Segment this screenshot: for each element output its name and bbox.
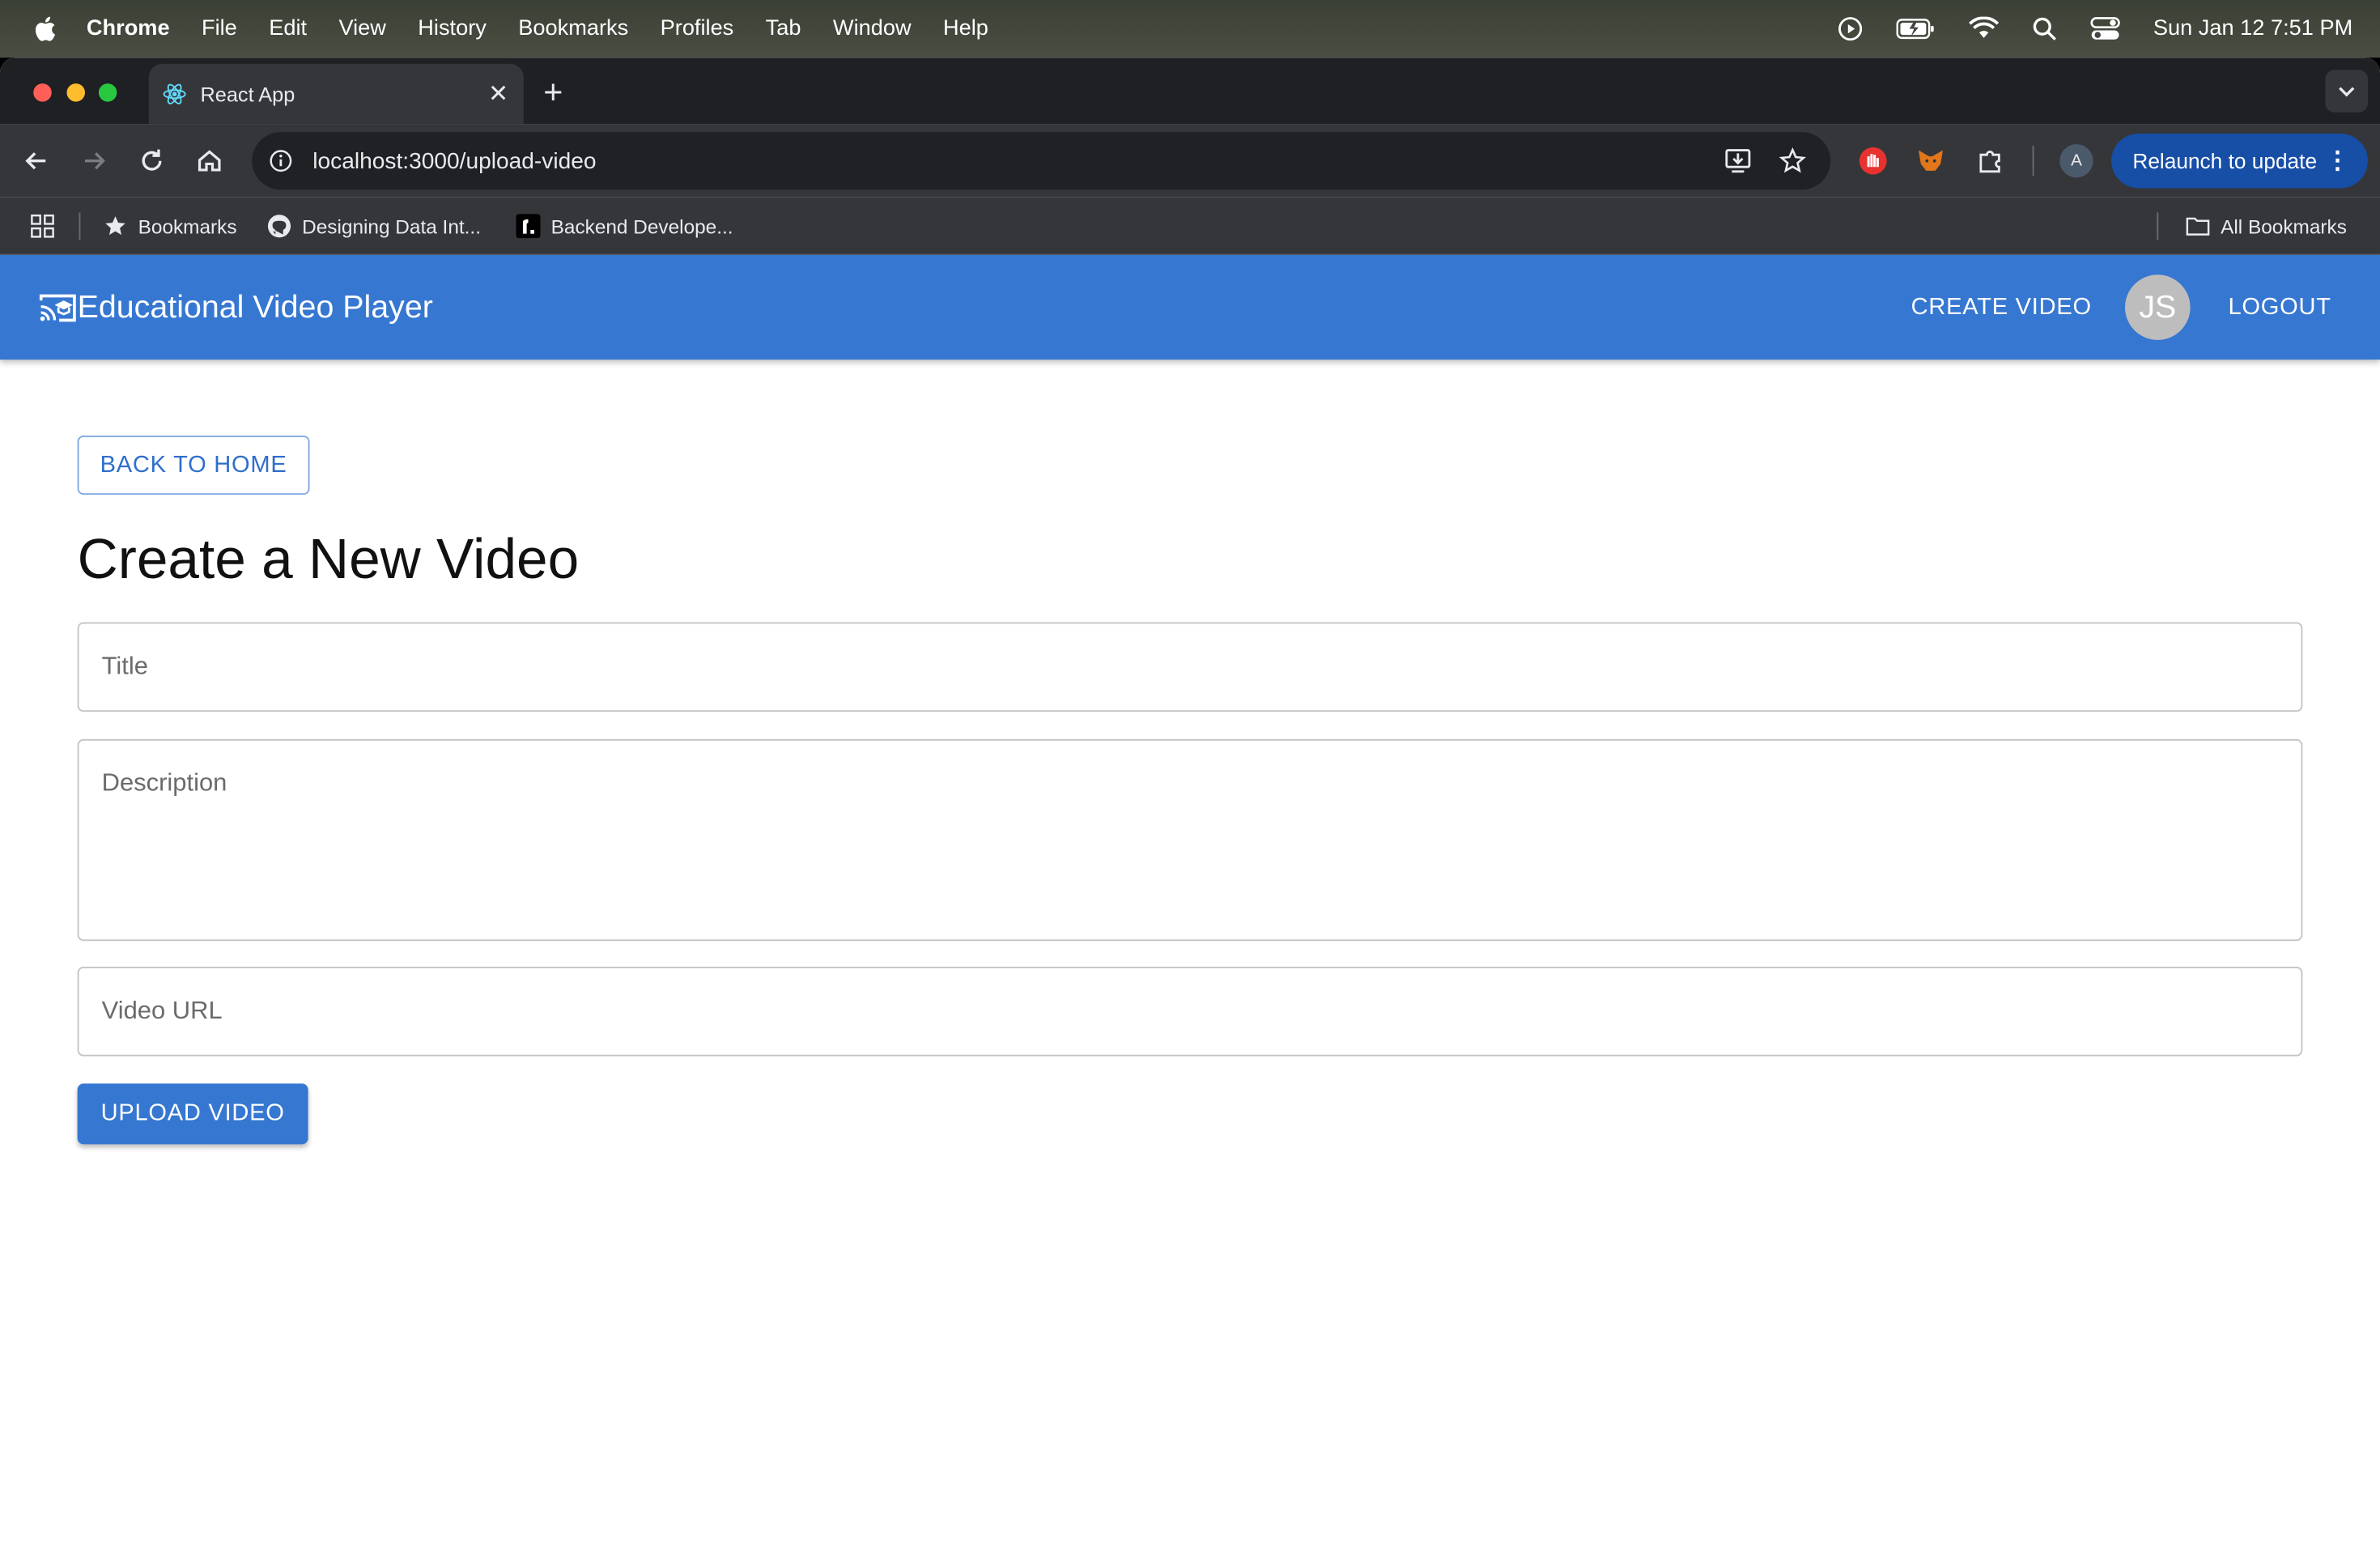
adblock-extension-icon[interactable] <box>1858 146 1889 176</box>
menu-profiles[interactable]: Profiles <box>661 17 734 41</box>
video-url-input[interactable]: Video URL <box>77 967 2303 1057</box>
media-play-icon[interactable] <box>1838 17 1862 41</box>
create-video-button[interactable]: CREATE VIDEO <box>1911 295 2092 322</box>
address-bar[interactable]: localhost:3000/upload-video <box>252 132 1831 190</box>
chrome-window: React App ✕ + localhost:3000/upload-vide… <box>0 57 2380 1548</box>
all-bookmarks-button[interactable]: All Bookmarks <box>2186 198 2347 255</box>
back-arrow-icon[interactable] <box>21 146 52 176</box>
user-avatar[interactable]: JS <box>2125 274 2191 340</box>
apps-grid-button[interactable] <box>31 198 55 255</box>
bookmark-designing-data[interactable]: Designing Data Int... <box>267 198 481 255</box>
bookmarks-divider <box>79 212 81 240</box>
title-placeholder: Title <box>101 653 148 680</box>
menubar-status-area: Sun Jan 12 7:51 PM <box>1838 0 2352 57</box>
metamask-fox-icon[interactable] <box>1915 146 1946 176</box>
bookmark-bookmarks[interactable]: Bookmarks <box>104 198 237 255</box>
new-tab-plus-icon[interactable]: + <box>543 73 563 113</box>
url-text[interactable]: localhost:3000/upload-video <box>312 148 596 174</box>
tab-title: React App <box>200 83 295 106</box>
browser-toolbar: localhost:3000/upload-video A Relaunch t… <box>0 124 2380 198</box>
cast-education-icon <box>39 293 76 321</box>
page-title: Create a New Video <box>77 528 580 591</box>
all-bookmarks-label: All Bookmarks <box>2221 215 2347 238</box>
apps-grid-icon <box>31 214 54 238</box>
bookmarks-divider <box>2157 212 2159 240</box>
window-close-button[interactable] <box>33 83 52 102</box>
apple-logo-icon[interactable] <box>32 15 56 43</box>
relaunch-to-update-button[interactable]: Relaunch to update ⋮ <box>2111 133 2368 189</box>
macos-menu-bar: Chrome File Edit View History Bookmarks … <box>0 0 2380 58</box>
tab-search-button[interactable] <box>2325 70 2368 113</box>
menu-history[interactable]: History <box>418 17 487 41</box>
bookmark-star-icon[interactable] <box>1779 147 1807 175</box>
bookmarks-bar: Bookmarks Designing Data Int... Backend … <box>0 197 2380 255</box>
screen: Chrome File Edit View History Bookmarks … <box>0 0 2380 1548</box>
menu-view[interactable]: View <box>338 17 385 41</box>
window-minimize-button[interactable] <box>66 83 85 102</box>
description-textarea[interactable]: Description <box>77 738 2303 942</box>
menu-window[interactable]: Window <box>833 17 912 41</box>
back-to-home-button[interactable]: BACK TO HOME <box>77 435 310 495</box>
bookmark-label: Bookmarks <box>138 215 237 238</box>
forward-arrow-icon[interactable] <box>79 146 110 176</box>
roadmap-icon <box>516 214 541 239</box>
more-menu-icon[interactable]: ⋮ <box>2326 146 2350 176</box>
profile-avatar[interactable]: A <box>2059 144 2093 178</box>
menu-edit[interactable]: Edit <box>269 17 307 41</box>
menu-help[interactable]: Help <box>943 17 988 41</box>
control-center-icon[interactable] <box>2089 17 2120 41</box>
logout-button[interactable]: LOGOUT <box>2229 295 2331 322</box>
chevron-down-icon <box>2339 87 2355 97</box>
tab-strip: React App ✕ + <box>0 57 2380 125</box>
menu-tab[interactable]: Tab <box>766 17 801 41</box>
tab-close-icon[interactable]: ✕ <box>488 79 508 108</box>
tab-react-app[interactable]: React App ✕ <box>148 63 524 125</box>
bookmark-backend-developer[interactable]: Backend Develope... <box>516 198 733 255</box>
app-viewport: Educational Video Player CREATE VIDEO JS… <box>0 254 2380 1548</box>
relaunch-label: Relaunch to update <box>2132 148 2318 173</box>
video-url-placeholder: Video URL <box>101 997 223 1025</box>
site-info-icon[interactable] <box>269 149 293 173</box>
omnibox-actions <box>1724 147 1807 175</box>
menubar-clock[interactable]: Sun Jan 12 7:51 PM <box>2153 17 2352 41</box>
window-zoom-button[interactable] <box>98 83 117 102</box>
github-icon <box>267 215 291 238</box>
react-favicon-icon <box>163 83 186 104</box>
menu-bookmarks[interactable]: Bookmarks <box>518 17 628 41</box>
install-app-icon[interactable] <box>1724 147 1752 175</box>
battery-icon[interactable] <box>1895 18 1935 40</box>
title-input[interactable]: Title <box>77 622 2303 712</box>
bookmark-label: Designing Data Int... <box>302 215 481 238</box>
wifi-icon[interactable] <box>1968 16 1999 41</box>
toolbar-divider <box>2032 145 2034 176</box>
spotlight-search-icon[interactable] <box>2032 17 2056 41</box>
menu-file[interactable]: File <box>202 17 237 41</box>
description-placeholder: Description <box>101 769 227 797</box>
brand-name: Educational Video Player <box>77 289 433 325</box>
home-icon[interactable] <box>194 146 225 176</box>
folder-icon <box>2186 217 2210 236</box>
app-header: Educational Video Player CREATE VIDEO JS… <box>0 254 2380 360</box>
brand[interactable]: Educational Video Player <box>39 255 433 359</box>
star-icon <box>105 216 125 236</box>
menu-app-name[interactable]: Chrome <box>87 17 170 41</box>
reload-icon[interactable] <box>137 146 168 176</box>
extensions-puzzle-icon[interactable] <box>1974 146 2005 176</box>
bookmark-label: Backend Develope... <box>550 215 733 238</box>
upload-video-button[interactable]: UPLOAD VIDEO <box>77 1083 308 1145</box>
